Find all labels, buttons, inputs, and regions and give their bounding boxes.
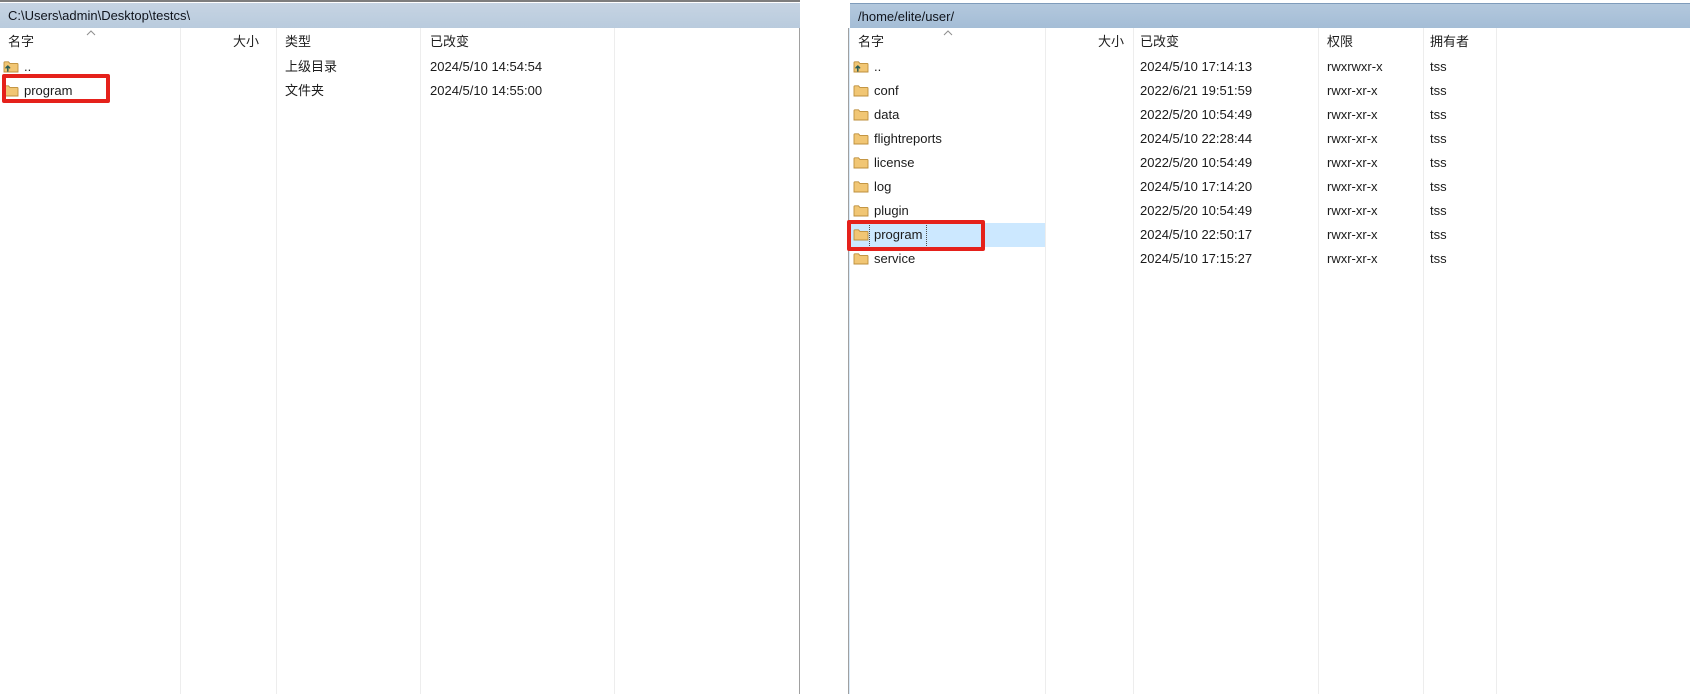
file-row-log[interactable]: log 2024/5/10 17:14:20 rwxr-xr-x tss xyxy=(849,175,1691,199)
file-rights: rwxr-xr-x xyxy=(1327,151,1378,175)
file-type: 文件夹 xyxy=(285,79,324,103)
file-owner: tss xyxy=(1430,103,1447,127)
file-owner: tss xyxy=(1430,55,1447,79)
remote-path-text: /home/elite/user/ xyxy=(858,9,954,24)
file-rights: rwxr-xr-x xyxy=(1327,175,1378,199)
file-row-conf[interactable]: conf 2022/6/21 19:51:59 rwxr-xr-x tss xyxy=(849,79,1691,103)
file-rights: rwxr-xr-x xyxy=(1327,103,1378,127)
file-owner: tss xyxy=(1430,151,1447,175)
file-type: 上级目录 xyxy=(285,55,337,79)
file-row-license[interactable]: license 2022/5/20 10:54:49 rwxr-xr-x tss xyxy=(849,151,1691,175)
file-rights: rwxr-xr-x xyxy=(1327,199,1378,223)
folder-icon xyxy=(853,252,869,265)
file-changed: 2024/5/10 22:50:17 xyxy=(1140,223,1252,247)
file-name: conf xyxy=(870,79,903,103)
file-owner: tss xyxy=(1430,223,1447,247)
file-row-program[interactable]: program 文件夹 2024/5/10 14:55:00 xyxy=(0,79,799,103)
file-owner: tss xyxy=(1430,199,1447,223)
sort-ascending-caret-icon xyxy=(86,30,96,36)
file-changed: 2022/6/21 19:51:59 xyxy=(1140,79,1252,103)
file-name: log xyxy=(870,175,895,199)
file-rights: rwxr-xr-x xyxy=(1327,79,1378,103)
file-owner: tss xyxy=(1430,127,1447,151)
file-row-parent[interactable]: .. 上级目录 2024/5/10 14:54:54 xyxy=(0,55,799,79)
column-header-rights[interactable]: 权限 xyxy=(1327,28,1353,55)
annotation-box-remote-program xyxy=(847,220,985,251)
file-owner: tss xyxy=(1430,247,1447,271)
folder-icon xyxy=(853,204,869,217)
file-rights: rwxr-xr-x xyxy=(1327,223,1378,247)
file-changed: 2024/5/10 17:14:20 xyxy=(1140,175,1252,199)
file-name: flightreports xyxy=(870,127,946,151)
remote-path-bar[interactable]: /home/elite/user/ xyxy=(850,3,1690,28)
parent-folder-icon xyxy=(853,60,869,73)
file-changed: 2024/5/10 17:14:13 xyxy=(1140,55,1252,79)
column-header-type[interactable]: 类型 xyxy=(285,28,311,55)
column-header-name[interactable]: 名字 xyxy=(8,28,34,55)
file-rights: rwxrwxr-x xyxy=(1327,55,1383,79)
annotation-box-local-program xyxy=(2,74,110,103)
remote-file-panel: 名字 大小 已改变 权限 拥有者 .. 2024/5/10 17:14:13 r… xyxy=(848,28,1691,694)
file-changed: 2024/5/10 14:55:00 xyxy=(430,79,542,103)
file-changed: 2022/5/20 10:54:49 xyxy=(1140,199,1252,223)
remote-file-list: .. 2024/5/10 17:14:13 rwxrwxr-x tss conf… xyxy=(849,55,1691,694)
file-owner: tss xyxy=(1430,79,1447,103)
file-owner: tss xyxy=(1430,175,1447,199)
file-name: license xyxy=(870,151,918,175)
toolbar-bottom-edge xyxy=(0,0,800,2)
file-changed: 2022/5/20 10:54:49 xyxy=(1140,103,1252,127)
column-header-size[interactable]: 大小 xyxy=(1045,28,1133,55)
column-header-changed[interactable]: 已改变 xyxy=(1140,28,1179,55)
column-header-owner[interactable]: 拥有者 xyxy=(1430,28,1469,55)
local-file-panel: 名字 大小 类型 已改变 .. 上级目录 2024/5/10 14:54:54 … xyxy=(0,28,800,694)
file-rights: rwxr-xr-x xyxy=(1327,247,1378,271)
parent-folder-icon xyxy=(3,60,19,73)
file-changed: 2024/5/10 14:54:54 xyxy=(430,55,542,79)
folder-icon xyxy=(853,180,869,193)
column-header-changed[interactable]: 已改变 xyxy=(430,28,469,55)
folder-icon xyxy=(853,108,869,121)
local-path-text: C:\Users\admin\Desktop\testcs\ xyxy=(8,8,190,23)
sort-ascending-caret-icon xyxy=(943,30,953,36)
panel-splitter[interactable] xyxy=(800,0,848,694)
folder-icon xyxy=(853,84,869,97)
file-changed: 2022/5/20 10:54:49 xyxy=(1140,151,1252,175)
file-changed: 2024/5/10 22:28:44 xyxy=(1140,127,1252,151)
column-header-name[interactable]: 名字 xyxy=(858,28,884,55)
file-row-flightreports[interactable]: flightreports 2024/5/10 22:28:44 rwxr-xr… xyxy=(849,127,1691,151)
file-row-parent[interactable]: .. 2024/5/10 17:14:13 rwxrwxr-x tss xyxy=(849,55,1691,79)
column-header-size[interactable]: 大小 xyxy=(180,28,268,55)
folder-icon xyxy=(853,132,869,145)
file-row-data[interactable]: data 2022/5/20 10:54:49 rwxr-xr-x tss xyxy=(849,103,1691,127)
file-changed: 2024/5/10 17:15:27 xyxy=(1140,247,1252,271)
local-path-bar[interactable]: C:\Users\admin\Desktop\testcs\ xyxy=(0,3,800,28)
local-file-list: .. 上级目录 2024/5/10 14:54:54 program 文件夹 2… xyxy=(0,55,799,694)
file-name: .. xyxy=(870,55,885,79)
folder-icon xyxy=(853,156,869,169)
file-name: data xyxy=(870,103,903,127)
file-rights: rwxr-xr-x xyxy=(1327,127,1378,151)
